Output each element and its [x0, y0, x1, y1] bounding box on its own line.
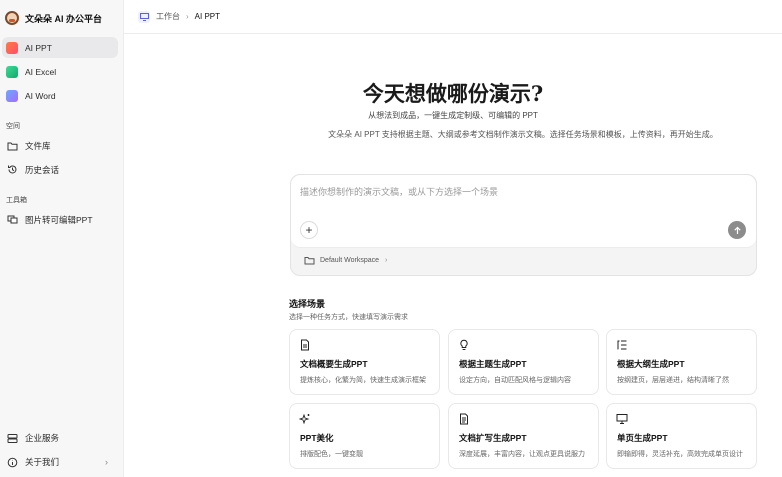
sidebar-item-label: 文件库 — [25, 140, 51, 151]
scene-card-desc: 设定方向，自动匹配风格与逻辑内容 — [459, 377, 571, 384]
ppt-app-icon — [6, 41, 18, 54]
folder-icon — [304, 257, 315, 265]
page-subtitle: 从想法到成品，一键生成定制级、可编辑的 PPT — [368, 111, 538, 120]
sidebar-item-label: 历史会话 — [25, 164, 60, 175]
lightbulb-icon — [460, 339, 468, 350]
sidebar-item-file-library[interactable]: 文件库 — [2, 135, 118, 156]
breadcrumb-separator-icon: › — [186, 12, 189, 21]
scene-card-desc: 即输即得，灵活补充，高效完成单页设计 — [617, 451, 743, 458]
scene-card-title: 根据主题生成PPT — [459, 359, 527, 369]
prompt-input[interactable]: 描述你想制作的演示文稿，或从下方选择一个场景 — [300, 185, 498, 198]
tools-section-label: 工具箱 — [6, 197, 27, 204]
main-content: 今天想做哪份演示? 从想法到成品，一键生成定制级、可编辑的 PPT 文朵朵 AI… — [124, 34, 782, 477]
sidebar-item-label: AI PPT — [25, 42, 52, 53]
workspace-selector[interactable]: Default Workspace › — [304, 256, 387, 265]
scenes-title: 选择场景 — [289, 299, 326, 309]
monitor-icon — [616, 414, 628, 424]
sidebar-item-enterprise[interactable]: 企业服务 — [2, 428, 118, 448]
scene-card-topic[interactable]: 根据主题生成PPT 设定方向，自动匹配风格与逻辑内容 — [448, 329, 599, 395]
info-icon — [6, 456, 18, 468]
scene-card-desc: 排版配色，一键变靓 — [300, 451, 363, 458]
sidebar-item-label: AI Excel — [25, 66, 57, 77]
word-app-icon — [6, 89, 18, 102]
workspace-label: Default Workspace — [320, 257, 380, 264]
history-icon — [6, 164, 18, 176]
scene-card-title: 单页生成PPT — [617, 433, 668, 443]
scene-card-desc: 按纲建页，层层递进，结构清晰了然 — [617, 377, 729, 384]
sidebar-item-history[interactable]: 历史会话 — [2, 159, 118, 180]
server-icon — [6, 432, 18, 444]
sidebar-item-label: 关于我们 — [25, 457, 60, 467]
scene-card-title: 根据大纲生成PPT — [617, 359, 685, 369]
breadcrumb-workbench[interactable]: 工作台 — [156, 11, 180, 22]
excel-app-icon — [6, 65, 18, 78]
scene-card-title: 文档概要生成PPT — [300, 359, 368, 369]
send-button[interactable] — [728, 221, 746, 239]
scene-card-doc-summary[interactable]: 文档概要生成PPT 提炼核心，化繁为简，快速生成演示框架 — [289, 329, 440, 395]
topbar: 工作台 › AI PPT — [124, 0, 782, 34]
scene-card-desc: 提炼核心，化繁为简，快速生成演示框架 — [300, 377, 426, 384]
sidebar-item-about[interactable]: 关于我们 › — [2, 452, 118, 472]
scenes-subtitle: 选择一种任务方式，快速填写演示需求 — [289, 314, 408, 321]
sparkle-icon — [299, 413, 310, 425]
page-title: 今天想做哪份演示? — [362, 81, 544, 106]
chevron-right-icon: › — [385, 257, 388, 264]
monitor-icon — [138, 10, 150, 23]
scene-card-title: PPT美化 — [300, 433, 334, 443]
sidebar-item-label: AI Word — [25, 90, 56, 101]
scene-card-desc: 深度延展，丰富内容，让观点更具说服力 — [459, 451, 585, 458]
brand-logo-icon — [5, 11, 19, 25]
scene-card-beautify[interactable]: PPT美化 排版配色，一键变靓 — [289, 403, 440, 469]
outline-list-icon — [617, 340, 627, 350]
scene-card-single-page[interactable]: 单页生成PPT 即输即得，灵活补充，高效完成单页设计 — [606, 403, 757, 469]
sidebar-item-label: 图片转可编辑PPT — [25, 214, 93, 225]
space-section-label: 空间 — [6, 123, 20, 130]
brand[interactable]: 文朵朵 AI 办公平台 — [5, 8, 102, 28]
brand-name: 文朵朵 AI 办公平台 — [25, 13, 103, 24]
image-convert-icon — [6, 214, 18, 226]
arrow-up-icon — [733, 226, 741, 234]
scene-card-outline[interactable]: 根据大纲生成PPT 按纲建页，层层递进，结构清晰了然 — [606, 329, 757, 395]
sidebar: 文朵朵 AI 办公平台 AI PPT AI Excel AI Word 空间 文… — [0, 0, 124, 477]
chevron-right-icon: › — [105, 457, 108, 467]
scene-card-doc-expand[interactable]: 文档扩写生成PPT 深度延展，丰富内容，让观点更具说服力 — [448, 403, 599, 469]
sidebar-item-ai-word[interactable]: AI Word — [2, 85, 118, 106]
prompt-input-area[interactable]: 描述你想制作的演示文稿，或从下方选择一个场景 + — [291, 175, 756, 248]
breadcrumb-current: AI PPT — [194, 12, 221, 21]
sidebar-item-label: 企业服务 — [25, 433, 60, 443]
prompt-composer: 描述你想制作的演示文稿，或从下方选择一个场景 + Default Workspa… — [290, 174, 757, 276]
sidebar-item-image-to-ppt[interactable]: 图片转可编辑PPT — [2, 209, 118, 230]
document-icon — [301, 339, 309, 351]
add-attachment-button[interactable]: + — [300, 221, 318, 239]
scene-card-title: 文档扩写生成PPT — [459, 433, 527, 443]
sidebar-item-ai-excel[interactable]: AI Excel — [2, 61, 118, 82]
document-expand-icon — [460, 413, 468, 425]
sidebar-item-ai-ppt[interactable]: AI PPT — [2, 37, 118, 58]
folder-icon — [6, 140, 18, 152]
page-description: 文朵朵 AI PPT 支持根据主题、大纲或参考文档制作演示文稿。选择任务场景和模… — [328, 130, 718, 139]
